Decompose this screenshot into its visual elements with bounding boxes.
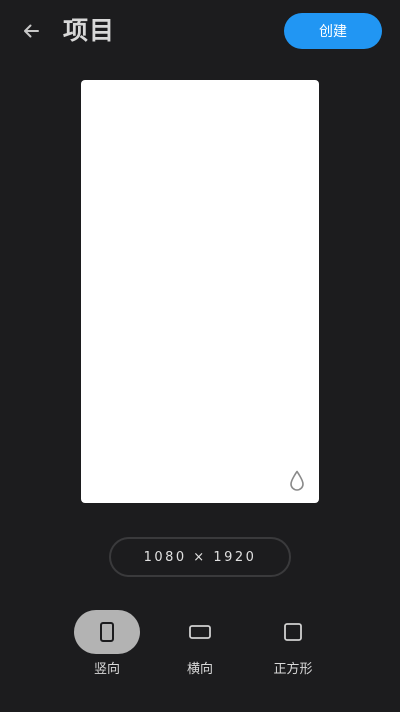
orientation-icon-pill — [260, 610, 326, 654]
orientation-landscape-option[interactable]: 横向 — [160, 610, 240, 680]
drop-icon — [290, 470, 304, 491]
orientation-icon-pill — [74, 610, 140, 654]
orientation-icon-pill — [167, 610, 233, 654]
orientation-label: 正方形 — [273, 662, 313, 677]
arrow-left-icon — [24, 24, 39, 38]
orientation-portrait-option[interactable]: 竖向 — [67, 610, 147, 680]
portrait-icon — [100, 622, 114, 642]
orientation-label: 横向 — [186, 662, 213, 677]
back-button[interactable] — [14, 14, 48, 48]
orientation-square-option[interactable]: 正方形 — [253, 610, 333, 680]
landscape-icon — [189, 625, 211, 639]
create-button[interactable]: 创建 — [284, 13, 382, 49]
canvas-size-label: 1080 × 1920 — [109, 537, 291, 577]
canvas-preview — [81, 80, 319, 503]
square-icon — [284, 623, 302, 641]
page-title: 项目 — [63, 16, 116, 45]
orientation-label: 竖向 — [93, 662, 120, 677]
